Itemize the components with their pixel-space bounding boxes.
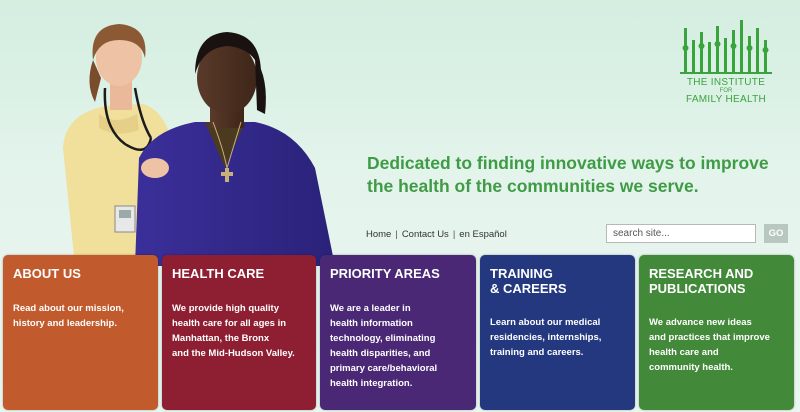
tile-title: ABOUT US <box>13 266 81 281</box>
tile-text: Read about our mission, history and lead… <box>13 303 124 329</box>
tile-about-us[interactable]: ABOUT US Read about our mission, history… <box>3 255 158 410</box>
tile-title: TRAINING & CAREERS <box>490 266 567 296</box>
tile-research-publications[interactable]: RESEARCH AND PUBLICATIONS We advance new… <box>639 255 794 410</box>
nav-separator: | <box>395 229 398 240</box>
logo-bars-icon <box>680 20 772 74</box>
tile-text: We provide high quality health care for … <box>172 303 295 359</box>
tile-text: We are a leader in health information te… <box>330 303 438 389</box>
tagline-line2: the health of the communities we serve. <box>367 176 699 196</box>
tile-health-care[interactable]: HEALTH CARE We provide high quality heal… <box>162 255 316 410</box>
tile-title: PRIORITY AREAS <box>330 266 440 281</box>
tile-text: Learn about our medical residencies, int… <box>490 317 602 358</box>
search-input[interactable] <box>606 224 756 243</box>
tagline: Dedicated to finding innovative ways to … <box>367 152 787 198</box>
tile-priority-areas[interactable]: PRIORITY AREAS We are a leader in health… <box>320 255 476 410</box>
hero-photo <box>63 24 335 266</box>
contact-us-link[interactable]: Contact Us <box>402 229 449 240</box>
logo-text-line3: FAMILY HEALTH <box>685 94 767 105</box>
en-espanol-link[interactable]: en Español <box>459 229 507 240</box>
home-link[interactable]: Home <box>366 229 391 240</box>
search-go-button[interactable]: GO <box>764 224 788 243</box>
institute-logo[interactable]: THE INSTITUTE FOR FAMILY HEALTH <box>674 16 778 110</box>
tile-title: HEALTH CARE <box>172 266 265 281</box>
utility-nav: Home | Contact Us | en Español <box>366 229 507 240</box>
nav-separator: | <box>452 229 456 240</box>
tagline-line1: Dedicated to finding innovative ways to … <box>367 153 769 173</box>
tile-title: RESEARCH AND PUBLICATIONS <box>649 266 754 296</box>
tile-training-careers[interactable]: TRAINING & CAREERS Learn about our medic… <box>480 255 635 410</box>
logo-text-line1: THE INSTITUTE <box>686 77 766 88</box>
tile-text: We advance new ideas and practices that … <box>649 317 770 373</box>
